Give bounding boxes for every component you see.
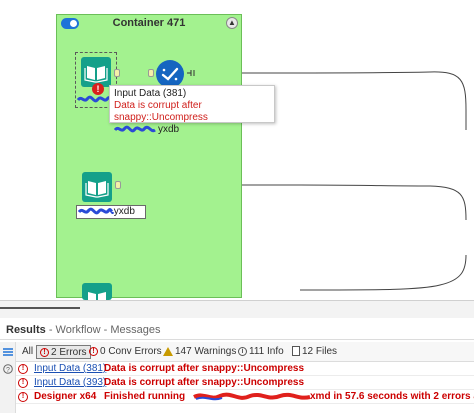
result-row[interactable]: ! Input Data (393) Data is corrupt after…	[16, 376, 474, 390]
filter-all[interactable]: All	[22, 345, 33, 359]
workflow-canvas[interactable]: Container 471 ▲ ! Input Data (381) Data …	[0, 0, 474, 300]
filter-warnings-label: 147 Warnings	[175, 346, 237, 357]
filter-info[interactable]: i 111 Info	[238, 345, 284, 359]
output-connector-icon	[187, 70, 195, 76]
tool2-label-suffix: .yxdb	[111, 206, 135, 217]
collapse-icon[interactable]: ▲	[226, 17, 238, 29]
svg-text:?: ?	[6, 367, 10, 374]
conv-error-icon: !	[89, 346, 98, 356]
browse-tool[interactable]	[156, 60, 184, 88]
filter-errors[interactable]: ! 2 Errors	[36, 345, 91, 359]
filter-files-label: 12 Files	[302, 346, 338, 357]
results-table: ! Input Data (381) Data is corrupt after…	[16, 362, 474, 404]
panel-splitter[interactable]	[0, 300, 474, 318]
tool-tooltip: Input Data (381) Data is corrupt after s…	[109, 85, 275, 135]
redacted-scribble	[114, 125, 156, 133]
container-title: Container 471	[112, 17, 186, 29]
error-icon: !	[18, 364, 28, 374]
input-anchor[interactable]	[148, 69, 154, 77]
result-source: Designer x64	[34, 391, 97, 402]
error-icon: !	[18, 378, 28, 388]
tooltip-title: Input Data (381)	[114, 88, 187, 99]
results-title: Results	[6, 324, 46, 336]
container-header: Container 471 ▲	[57, 15, 241, 33]
results-filter-bar: All ! 2 Errors ! 0 Conv Errors 147 Warning…	[0, 342, 474, 362]
tooltip-file-line: yxdb	[114, 124, 270, 136]
tooltip-error-message: Data is corrupt after snappy::Uncompress	[114, 100, 208, 123]
splitter-grip[interactable]	[0, 307, 80, 309]
input-data-tool-2[interactable]	[82, 172, 112, 202]
book-icon	[88, 292, 106, 300]
result-message: Data is corrupt after snappy::Uncompress	[104, 377, 305, 388]
info-icon: i	[238, 346, 247, 356]
results-subtitle: - Workflow - Messages	[48, 324, 161, 336]
filter-files[interactable]: 12 Files	[292, 345, 337, 359]
files-icon	[292, 346, 300, 357]
error-icon: !	[18, 392, 28, 402]
warning-icon	[163, 346, 173, 356]
filter-conv-errors-label: 0 Conv Errors	[100, 346, 162, 357]
result-row[interactable]: ! Input Data (381) Data is corrupt after…	[16, 362, 474, 376]
checkmark-browse-icon	[161, 67, 179, 81]
results-side-toolbar: ?	[0, 342, 16, 413]
result-source-link[interactable]: Input Data (381)	[34, 362, 106, 376]
filter-errors-label: 2 Errors	[51, 347, 87, 358]
result-message-prefix: Finished running	[104, 391, 186, 402]
results-header: Results - Workflow - Messages	[0, 318, 474, 340]
output-anchor[interactable]	[114, 69, 120, 77]
output-anchor[interactable]	[115, 181, 121, 189]
list-view-icon[interactable]	[3, 347, 13, 357]
error-icon: !	[40, 347, 49, 357]
result-source-link[interactable]: Input Data (393)	[34, 376, 106, 390]
result-row[interactable]: ! Designer x64 Finished running xmd in 5…	[16, 390, 474, 404]
redacted-scribble	[78, 207, 114, 215]
book-icon	[85, 181, 109, 198]
redacted-scribble	[193, 392, 311, 401]
tooltip-file-suffix: yxdb	[158, 124, 180, 135]
result-message: Data is corrupt after snappy::Uncompress	[104, 363, 305, 374]
result-message-suffix: xmd in 57.6 seconds with 2 errors and	[310, 391, 474, 402]
filter-warnings[interactable]: 147 Warnings	[163, 345, 236, 359]
help-icon[interactable]: ?	[3, 364, 13, 374]
filter-info-label: 111 Info	[249, 346, 284, 357]
filter-conv-errors[interactable]: ! 0 Conv Errors	[89, 345, 162, 359]
input-data-tool-3[interactable]	[82, 283, 112, 300]
